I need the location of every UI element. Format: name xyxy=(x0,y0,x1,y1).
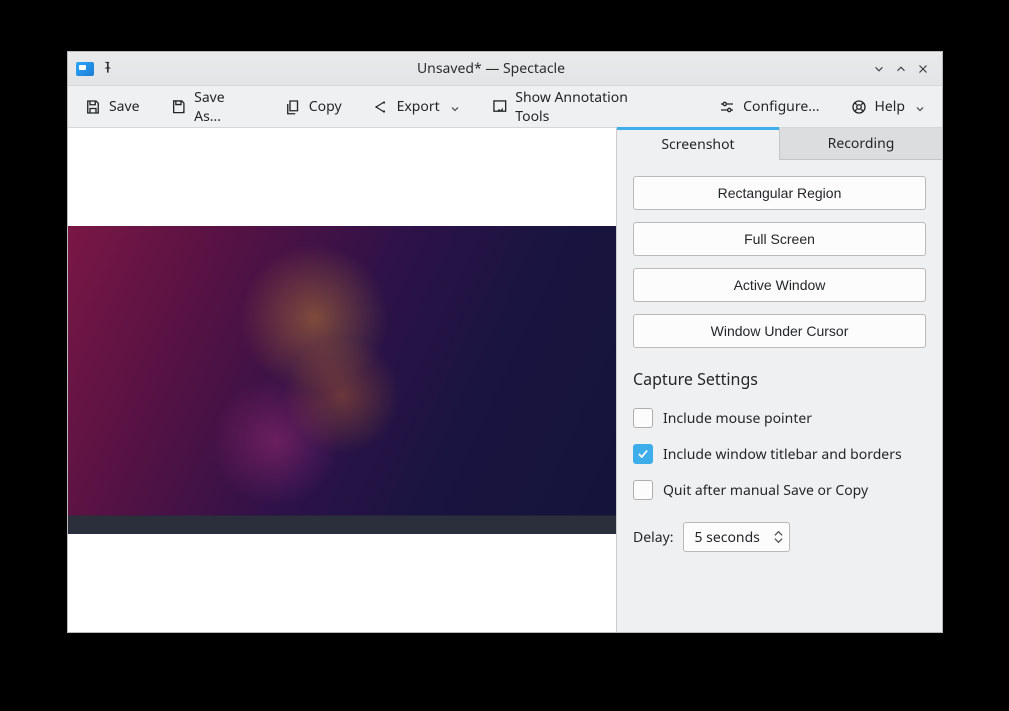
copy-label: Copy xyxy=(309,97,342,116)
tab-recording[interactable]: Recording xyxy=(779,128,942,160)
include-pointer-label: Include mouse pointer xyxy=(663,409,812,428)
help-button[interactable]: Help xyxy=(848,93,929,120)
preview-taskbar xyxy=(72,517,210,533)
capture-settings-title: Capture Settings xyxy=(633,368,926,390)
preview-pane: 2:45 PM xyxy=(68,128,617,632)
main-area: 2:45 PM Screenshot Recording Rectangular… xyxy=(68,128,942,632)
configure-icon xyxy=(718,98,736,116)
configure-button[interactable]: Configure... xyxy=(716,93,821,120)
tab-screenshot[interactable]: Screenshot xyxy=(617,127,779,160)
preview-clock: 2:45 PM xyxy=(585,523,610,531)
app-icon xyxy=(76,62,94,76)
delay-row: Delay: 5 seconds xyxy=(633,522,926,552)
panel-body: Rectangular Region Full Screen Active Wi… xyxy=(617,160,942,564)
delay-label: Delay: xyxy=(633,528,673,547)
minimize-button[interactable] xyxy=(868,58,890,80)
save-label: Save xyxy=(109,97,140,116)
save-button[interactable]: Save xyxy=(82,93,142,120)
annotate-label: Show Annotation Tools xyxy=(515,88,662,126)
help-label: Help xyxy=(875,97,906,116)
side-panel: Screenshot Recording Rectangular Region … xyxy=(617,128,942,632)
quit-after-label: Quit after manual Save or Copy xyxy=(663,481,868,500)
annotate-button[interactable]: Show Annotation Tools xyxy=(489,84,664,130)
include-titlebar-label: Include window titlebar and borders xyxy=(663,445,902,464)
tab-bar: Screenshot Recording xyxy=(617,128,942,160)
include-titlebar-row: Include window titlebar and borders xyxy=(633,444,926,464)
maximize-button[interactable] xyxy=(890,58,912,80)
export-icon xyxy=(372,98,390,116)
chevron-down-icon xyxy=(449,101,461,113)
configure-label: Configure... xyxy=(743,97,819,116)
toolbar: Save Save As... Copy Export xyxy=(68,86,942,128)
full-screen-button[interactable]: Full Screen xyxy=(633,222,926,256)
export-label: Export xyxy=(397,97,440,116)
app-window: Unsaved* — Spectacle Save Save As... xyxy=(67,51,943,633)
rect-region-button[interactable]: Rectangular Region xyxy=(633,176,926,210)
quit-after-row: Quit after manual Save or Copy xyxy=(633,480,926,500)
delay-spinbox[interactable]: 5 seconds xyxy=(683,522,789,552)
export-button[interactable]: Export xyxy=(370,93,463,120)
include-pointer-row: Include mouse pointer xyxy=(633,408,926,428)
delay-value: 5 seconds xyxy=(684,528,773,547)
copy-icon xyxy=(284,98,302,116)
spin-arrows[interactable] xyxy=(774,530,789,544)
save-as-button[interactable]: Save As... xyxy=(168,84,256,130)
chevron-up-icon xyxy=(774,530,783,537)
chevron-down-icon xyxy=(774,537,783,544)
screenshot-preview[interactable]: 2:45 PM xyxy=(68,226,616,534)
include-pointer-checkbox[interactable] xyxy=(633,408,653,428)
titlebar[interactable]: Unsaved* — Spectacle xyxy=(68,52,942,86)
annotate-icon xyxy=(491,98,509,116)
chevron-down-icon xyxy=(914,101,926,113)
active-window-button[interactable]: Active Window xyxy=(633,268,926,302)
window-title: Unsaved* — Spectacle xyxy=(114,59,868,78)
copy-button[interactable]: Copy xyxy=(282,93,344,120)
quit-after-checkbox[interactable] xyxy=(633,480,653,500)
pin-icon[interactable] xyxy=(100,59,114,78)
save-icon xyxy=(84,98,102,116)
window-under-cursor-button[interactable]: Window Under Cursor xyxy=(633,314,926,348)
save-as-icon xyxy=(170,98,188,116)
help-icon xyxy=(850,98,868,116)
close-button[interactable] xyxy=(912,58,934,80)
include-titlebar-checkbox[interactable] xyxy=(633,444,653,464)
save-as-label: Save As... xyxy=(194,88,254,126)
